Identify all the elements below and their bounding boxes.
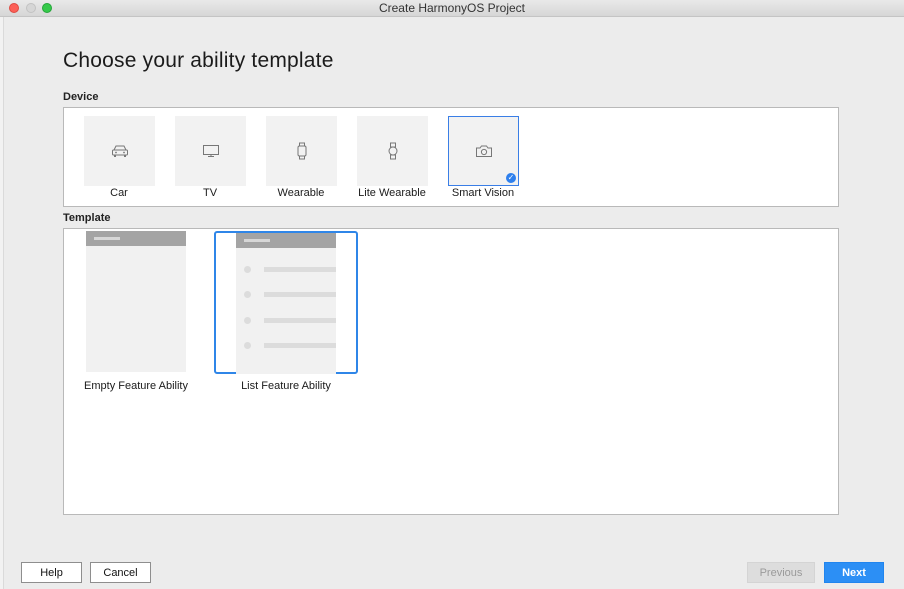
watch-icon (297, 142, 306, 160)
device-tile (175, 116, 246, 186)
template-card-empty-feature-ability[interactable]: Empty Feature Ability (76, 231, 196, 392)
template-label-list: List Feature Ability (241, 380, 331, 392)
template-frame (76, 231, 196, 374)
template-card-list-feature-ability[interactable]: List Feature Ability (214, 231, 358, 392)
device-tile (357, 116, 428, 186)
preview-list-row (244, 291, 336, 298)
next-button[interactable]: Next (824, 562, 884, 583)
title-bar: Create HarmonyOS Project (0, 0, 904, 17)
device-card-car[interactable]: Car (84, 116, 155, 205)
template-label-empty: Empty Feature Ability (84, 380, 188, 392)
window-title: Create HarmonyOS Project (378, 1, 526, 15)
device-tile: ✓ (448, 116, 519, 186)
device-card-lite-wearable[interactable]: Lite Wearable (357, 116, 428, 205)
template-section-label: Template (63, 212, 111, 224)
device-card-smart-vision[interactable]: ✓ Smart Vision (448, 116, 519, 205)
help-button[interactable]: Help (21, 562, 82, 583)
car-icon (111, 145, 128, 157)
cancel-button[interactable]: Cancel (90, 562, 151, 583)
preview-list-row (244, 317, 336, 324)
preview-list-row (244, 266, 336, 273)
device-tile (266, 116, 337, 186)
camera-icon (475, 145, 492, 157)
template-preview-list (236, 233, 336, 374)
page-title: Choose your ability template (63, 49, 334, 72)
watch-icon (388, 142, 397, 160)
previous-button[interactable]: Previous (747, 562, 815, 583)
preview-list-row (244, 342, 336, 349)
device-tile (84, 116, 155, 186)
template-preview-empty (86, 231, 186, 372)
device-label-smart-vision: Smart Vision (451, 187, 515, 199)
tv-icon (202, 145, 219, 157)
device-card-wearable[interactable]: Wearable (266, 116, 337, 205)
preview-header-bar (236, 233, 336, 248)
template-frame (214, 231, 358, 374)
selected-check-icon: ✓ (506, 173, 516, 183)
window-edge (0, 17, 4, 589)
preview-header-bar (86, 231, 186, 246)
device-section-label: Device (63, 91, 99, 103)
device-card-tv[interactable]: TV (175, 116, 246, 205)
